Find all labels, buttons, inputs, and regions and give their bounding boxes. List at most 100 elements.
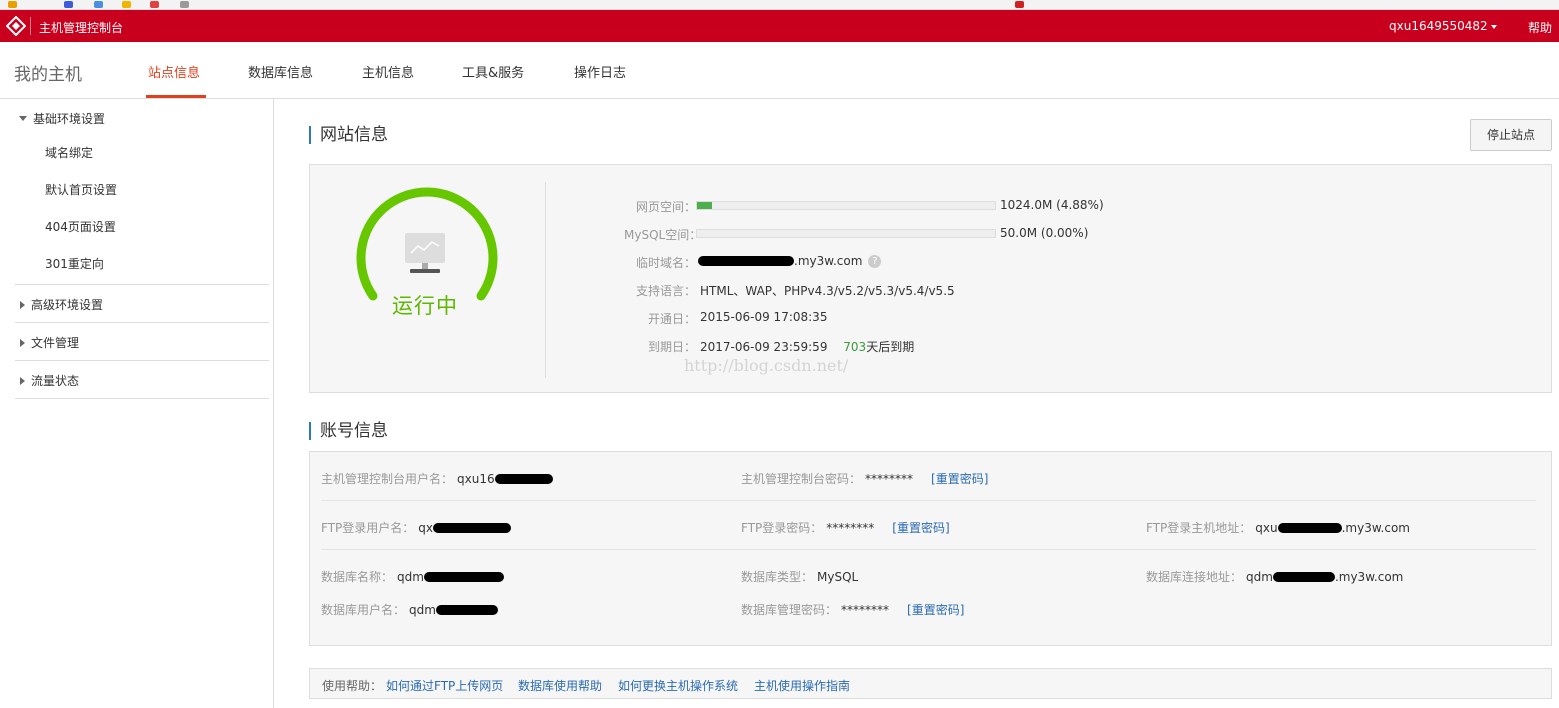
- db-type-label: 数据库类型：: [741, 570, 814, 584]
- db-host-value-suffix: .my3w.com: [1334, 570, 1404, 584]
- temp-domain-value[interactable]: .my3w.com?: [698, 254, 882, 268]
- chevron-down-icon: [1490, 24, 1497, 29]
- reset-ftp-password-link[interactable]: [重置密码]: [892, 521, 949, 535]
- bookmark-icon[interactable]: [64, 1, 73, 8]
- user-menu[interactable]: qxu1649550482: [1389, 19, 1497, 33]
- question-icon[interactable]: ?: [868, 255, 882, 268]
- caret-right-icon: [20, 338, 25, 347]
- ftp-username: FTP登录用户名： qx: [321, 519, 511, 536]
- bookmark-icon[interactable]: [94, 1, 103, 8]
- sidebar-group-traffic-status[interactable]: 流量状态: [15, 372, 269, 389]
- help-label[interactable]: 帮助: [1528, 21, 1552, 35]
- expire-date-text: 2017-06-09 23:59:59: [700, 340, 828, 354]
- languages-row: 支持语言： HTML、WAP、PHPv4.3/v5.2/v5.3/v5.4/v5…: [310, 282, 1553, 298]
- mysql-space-row: MySQL空间： 50.0M (0.00%): [310, 226, 1553, 242]
- help-link-database[interactable]: 数据库使用帮助: [518, 677, 602, 694]
- bookmark-icon[interactable]: [122, 1, 131, 8]
- site-info-title: 网站信息: [309, 126, 388, 144]
- console-username-label: 主机管理控制台用户名：: [321, 472, 454, 486]
- mysql-space-progress: [696, 229, 996, 238]
- sidebar-divider: [15, 284, 269, 285]
- redacted-text: [1272, 571, 1335, 582]
- open-date-row: 开通日： 2015-06-09 17:08:35: [310, 310, 1553, 326]
- tab-tools-services[interactable]: 工具&服务: [462, 62, 524, 81]
- bookmark-icon[interactable]: [1015, 1, 1024, 8]
- console-password-value: ********: [865, 472, 914, 486]
- bookmark-icon[interactable]: [8, 1, 17, 8]
- sidebar-group-label: 基础环境设置: [33, 112, 106, 126]
- db-host-value-prefix: qdm: [1246, 570, 1273, 584]
- watermark: http://blog.csdn.net/: [684, 356, 849, 375]
- db-type-value: MySQL: [817, 570, 859, 584]
- web-space-value: 1024.0M (4.88%): [1000, 198, 1104, 212]
- db-host-label: 数据库连接地址：: [1146, 570, 1243, 584]
- redacted-text: [494, 473, 553, 484]
- account-info-title: 账号信息: [309, 422, 388, 440]
- console-password-label: 主机管理控制台密码：: [741, 472, 862, 486]
- db-password-value: ********: [841, 603, 890, 617]
- expire-date-label: 到期日：: [648, 340, 697, 354]
- caret-right-icon: [20, 376, 25, 385]
- temp-domain-label: 临时域名：: [636, 256, 697, 270]
- top-bar: 主机管理控制台 qxu1649550482 帮助: [0, 10, 1559, 46]
- open-date-label: 开通日：: [648, 312, 697, 326]
- sidebar-item-default-homepage[interactable]: 默认首页设置: [45, 181, 117, 198]
- reset-db-password-link[interactable]: [重置密码]: [907, 603, 964, 617]
- web-space-progress: [696, 201, 996, 210]
- tab-host-info[interactable]: 主机信息: [362, 62, 414, 81]
- redacted-text: [698, 255, 794, 266]
- redacted-text: [435, 604, 498, 615]
- account-info-panel: 主机管理控制台用户名： qxu16 主机管理控制台密码： ******** [重置密码…: [309, 451, 1552, 646]
- help-link-change-os[interactable]: 如何更换主机操作系统: [618, 677, 738, 694]
- sidebar-item-301-redirect[interactable]: 301重定向: [45, 255, 104, 272]
- ftp-password-value: ********: [826, 521, 875, 535]
- sidebar-group-label: 文件管理: [31, 336, 80, 350]
- mysql-space-label: MySQL空间：: [624, 228, 702, 242]
- caret-down-icon: [19, 116, 27, 121]
- ftp-password: FTP登录密码： ******** [重置密码]: [741, 519, 950, 536]
- active-tab-indicator: [146, 95, 206, 98]
- help-panel: 使用帮助： 如何通过FTP上传网页 数据库使用帮助 如何更换主机操作系统 主机使…: [309, 668, 1552, 699]
- stop-site-button[interactable]: 停止站点: [1470, 119, 1552, 151]
- ftp-host-label: FTP登录主机地址：: [1146, 521, 1252, 535]
- sidebar-divider: [15, 398, 269, 399]
- db-name: 数据库名称： qdm: [321, 568, 504, 585]
- db-username-value: qdm: [409, 603, 436, 617]
- console-title[interactable]: 主机管理控制台: [39, 19, 123, 36]
- sidebar-divider: [15, 360, 269, 361]
- tab-database-info[interactable]: 数据库信息: [248, 62, 313, 81]
- ftp-host: FTP登录主机地址： qxu .my3w.com: [1146, 519, 1410, 536]
- bookmark-icon[interactable]: [150, 1, 159, 8]
- help-link-ftp-upload[interactable]: 如何通过FTP上传网页: [386, 677, 503, 694]
- sidebar-group-basic-env[interactable]: 基础环境设置: [15, 110, 269, 127]
- sidebar-item-domain-binding[interactable]: 域名绑定: [45, 144, 93, 161]
- days-remaining-suffix: 天后到期: [866, 340, 915, 354]
- redacted-text: [423, 571, 504, 582]
- console-password: 主机管理控制台密码： ******** [重置密码]: [741, 470, 988, 487]
- db-type: 数据库类型： MySQL: [741, 568, 858, 585]
- tab-site-info[interactable]: 站点信息: [148, 62, 200, 81]
- help-link-guide[interactable]: 主机使用操作指南: [754, 677, 850, 694]
- console-username: 主机管理控制台用户名： qxu16: [321, 470, 553, 487]
- tab-operation-log[interactable]: 操作日志: [574, 62, 626, 81]
- sidebar-group-file-management[interactable]: 文件管理: [15, 334, 269, 351]
- sidebar-item-404-page[interactable]: 404页面设置: [45, 218, 116, 235]
- web-space-progress-fill: [697, 202, 712, 209]
- sidebar-group-advanced-env[interactable]: 高级环境设置: [15, 296, 269, 313]
- db-password-label: 数据库管理密码：: [741, 603, 838, 617]
- temp-domain-row: 临时域名： .my3w.com?: [310, 254, 1553, 270]
- username[interactable]: qxu1649550482: [1389, 19, 1488, 33]
- main-nav: 我的主机 站点信息 数据库信息 主机信息 工具&服务 操作日志: [0, 42, 1559, 99]
- ftp-password-label: FTP登录密码：: [741, 521, 823, 535]
- languages-label: 支持语言：: [636, 284, 697, 298]
- ftp-username-label: FTP登录用户名：: [321, 521, 415, 535]
- aliyun-logo-icon[interactable]: [6, 16, 26, 36]
- caret-right-icon: [20, 300, 25, 309]
- bookmark-icon[interactable]: [180, 1, 189, 8]
- page-title: 我的主机: [14, 65, 82, 85]
- days-remaining: 703: [843, 340, 867, 354]
- expire-date-value: 2017-06-09 23:59:59 703天后到期: [700, 338, 914, 355]
- reset-console-password-link[interactable]: [重置密码]: [931, 472, 988, 486]
- sidebar: 基础环境设置 域名绑定 默认首页设置 404页面设置 301重定向 高级环境设置…: [0, 99, 274, 708]
- db-username-label: 数据库用户名：: [321, 603, 406, 617]
